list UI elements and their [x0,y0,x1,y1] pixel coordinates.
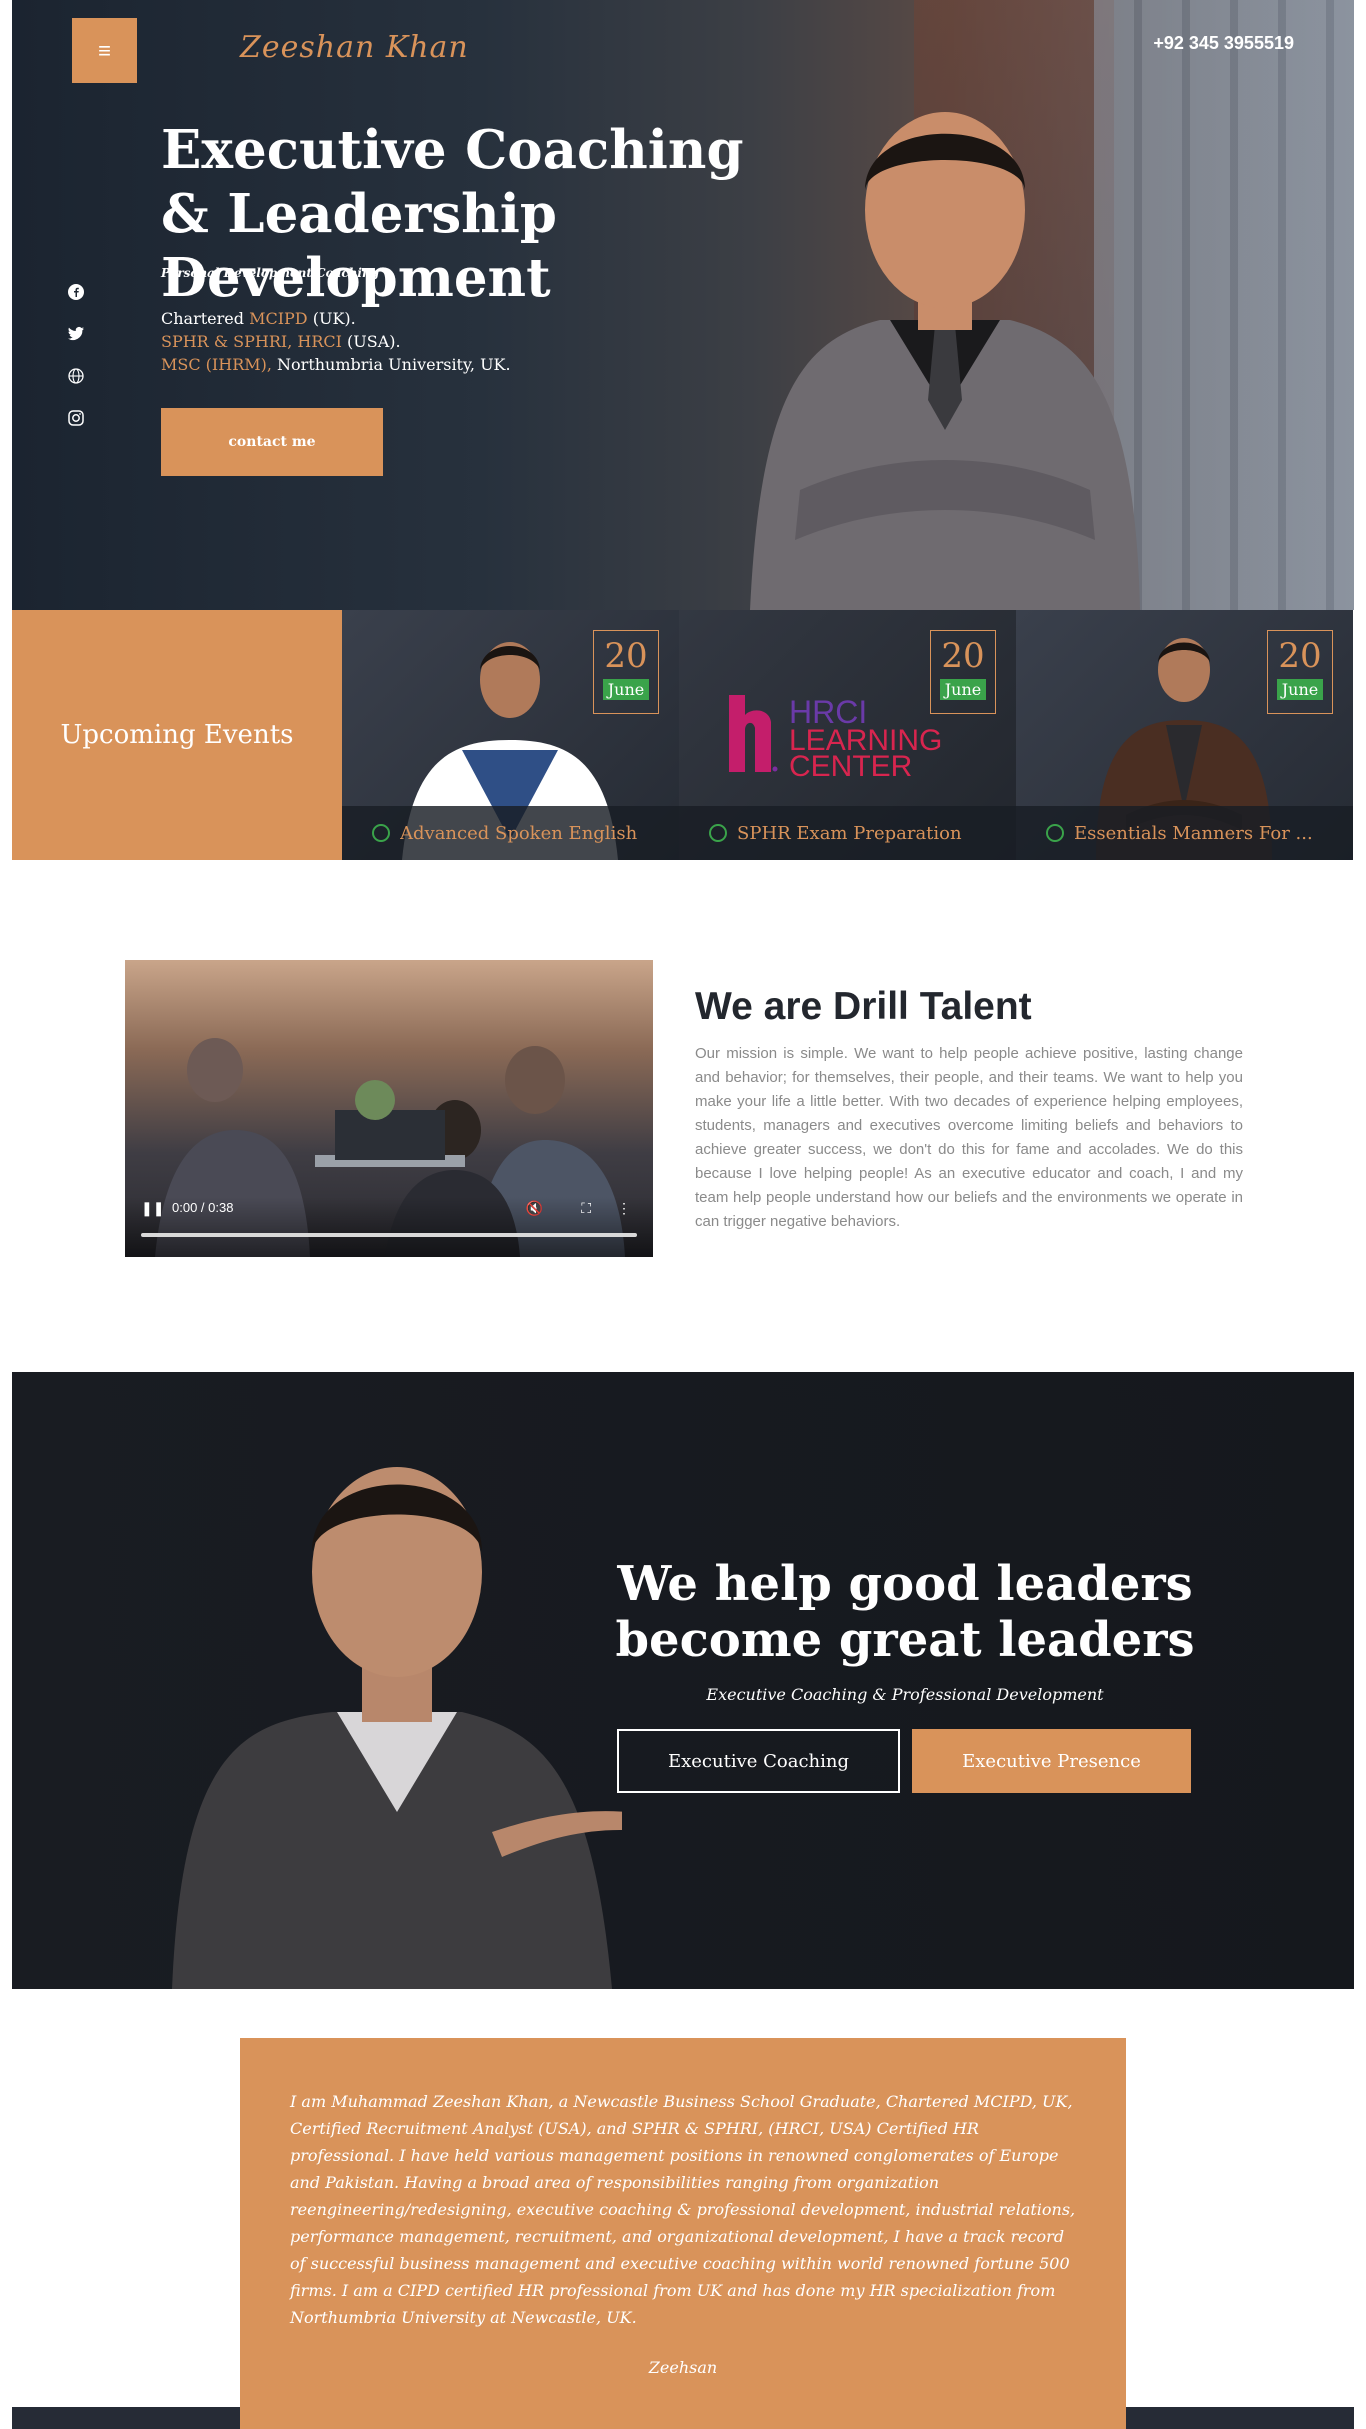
event-caption: Essentials Manners For ... [1016,806,1353,860]
event-caption: Advanced Spoken English [342,806,679,860]
mute-icon[interactable]: 🔇 [526,1200,543,1217]
bio-text: I am Muhammad Zeeshan Khan, a Newcastle … [290,2092,1076,2327]
executive-presence-button[interactable]: Executive Presence [912,1729,1191,1793]
status-ring-icon [372,824,390,842]
instagram-icon[interactable] [66,408,86,428]
video-progress-bar[interactable] [141,1233,637,1237]
hero-subtitle: Personal Development Coaching [161,266,380,280]
executive-coaching-button[interactable]: Executive Coaching [617,1729,900,1793]
events-heading: Upcoming Events [12,610,342,860]
twitter-icon[interactable] [66,324,86,344]
leaders-subtitle: Executive Coaching & Professional Develo… [706,1685,1104,1704]
status-ring-icon [709,824,727,842]
upcoming-events: Upcoming Events 20 June Advanced Spoken … [12,610,1354,860]
leaders-section [12,1372,1354,1989]
globe-icon[interactable] [66,366,86,386]
leaders-portrait [172,1467,622,1989]
bio-signature: Zeehsan [648,2358,718,2377]
facebook-icon[interactable] [66,282,86,302]
fullscreen-icon[interactable]: ⛶ [581,1200,591,1217]
hero-title: Executive Coaching & Leadership Developm… [161,119,744,309]
svg-text:CENTER: CENTER [789,750,912,783]
video-player[interactable]: ❚❚ 0:00 / 0:38 🔇 ⛶ ⋮ [125,960,653,1257]
pause-icon[interactable]: ❚❚ [141,1200,164,1217]
hamburger-icon: ≡ [98,37,111,63]
contact-button[interactable]: contact me [161,408,383,476]
video-time: 0:00 / 0:38 [172,1200,234,1215]
credential-line-1: Chartered MCIPD (UK). [161,309,356,328]
about-title: We are Drill Talent [695,985,1032,1028]
social-links [66,282,86,428]
event-date: 20 June [930,630,996,714]
leaders-title: We help good leaders become great leader… [615,1556,1195,1668]
about-text: Our mission is simple. We want to help p… [695,1045,1243,1230]
event-date: 20 June [593,630,659,714]
phone-number[interactable]: +92 345 3955519 [1153,33,1294,54]
site-logo[interactable]: Zeeshan Khan [240,30,469,65]
event-card[interactable]: 20 June Essentials Manners For ... [1016,610,1353,860]
bio-card: I am Muhammad Zeeshan Khan, a Newcastle … [240,2038,1126,2429]
credential-line-3: MSC (IHRM), Northumbria University, UK. [161,355,511,374]
status-ring-icon [1046,824,1064,842]
menu-button[interactable]: ≡ [72,18,137,83]
hero-credentials: Chartered MCIPD (UK). SPHR & SPHRI, HRCI… [161,307,511,376]
event-caption: SPHR Exam Preparation [679,806,1016,860]
event-date: 20 June [1267,630,1333,714]
event-card[interactable]: HRCI LEARNING CENTER 20 June SPHR Exam P… [679,610,1016,860]
hero-portrait [750,112,1140,610]
event-card[interactable]: 20 June Advanced Spoken English [342,610,679,860]
more-options-icon[interactable]: ⋮ [617,1200,631,1217]
credential-line-2: SPHR & SPHRI, HRCI (USA). [161,332,401,351]
